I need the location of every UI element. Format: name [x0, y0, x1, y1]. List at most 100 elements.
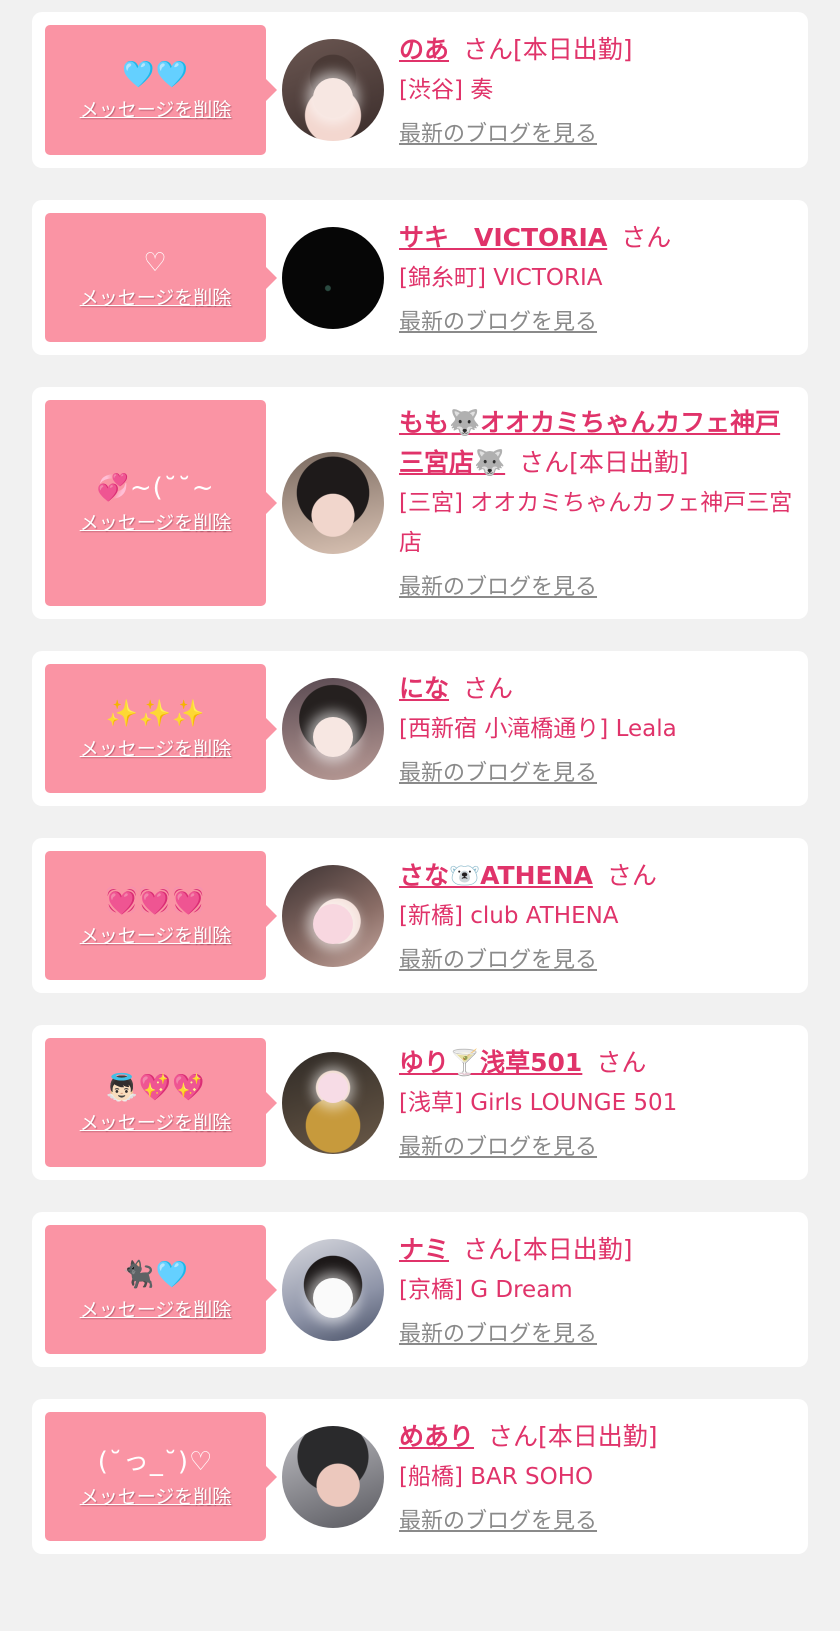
- name-line: サキ VICTORIA さん: [399, 218, 798, 258]
- shop-info: [渋谷] 奏: [399, 77, 494, 103]
- delete-message-link[interactable]: メッセージを削除: [80, 286, 232, 310]
- delete-message-link[interactable]: メッセージを削除: [80, 924, 232, 948]
- cast-suffix: さん: [621, 222, 672, 252]
- avatar[interactable]: [281, 1238, 384, 1341]
- avatar-face-mask: [317, 1072, 348, 1103]
- avatar-container: [266, 1412, 399, 1541]
- avatar[interactable]: [281, 452, 384, 554]
- cast-info: ナミ さん[本日出勤] [京橋] G Dream 最新のブログを見る: [399, 1225, 808, 1354]
- cast-name-link[interactable]: ナミ: [399, 1235, 449, 1264]
- name-line: にな さん: [399, 669, 798, 709]
- message-text: 👼🏻💖💖: [105, 1072, 206, 1103]
- latest-blog-link[interactable]: 最新のブログを見る: [399, 1507, 798, 1537]
- delete-message-link[interactable]: メッセージを削除: [80, 98, 232, 122]
- latest-blog-link[interactable]: 最新のブログを見る: [399, 946, 798, 976]
- avatar[interactable]: [281, 39, 384, 141]
- avatar-container: [266, 1038, 399, 1167]
- cast-suffix: さん[本日出勤]: [463, 1234, 633, 1264]
- message-text: 💓💓💓: [105, 885, 206, 916]
- shop-info: [新橋] club ATHENA: [399, 902, 619, 929]
- cast-suffix: さん[本日出勤]: [463, 35, 633, 64]
- message-card: 💞~(˘˘~ メッセージを削除 もも🐺オオカミちゃんカフェ神戸三宮店🐺 さん[本日…: [32, 387, 808, 619]
- name-line: もも🐺オオカミちゃんカフェ神戸三宮店🐺 さん[本日出勤]: [399, 403, 798, 483]
- latest-blog-link[interactable]: 最新のブログを見る: [399, 573, 798, 603]
- avatar-face-mask: [312, 716, 353, 757]
- cast-suffix: さん: [463, 673, 514, 703]
- shop-info: [三宮] オオカミちゃんカフェ神戸三宮店: [399, 490, 793, 556]
- message-bubble: (˘っ_˘)♡ メッセージを削除: [45, 1412, 277, 1541]
- message-bubble: ♡ メッセージを削除: [45, 213, 277, 342]
- avatar-container: [266, 664, 399, 793]
- shop-info: [船橋] BAR SOHO: [399, 1463, 594, 1490]
- avatar[interactable]: [281, 864, 384, 967]
- cast-name-link[interactable]: さな🐻‍❄️ATHENA: [399, 861, 593, 890]
- avatar[interactable]: [281, 1051, 384, 1154]
- message-text: ♡: [143, 247, 168, 278]
- cast-info: ゆり🍸浅草501 さん [浅草] Girls LOUNGE 501 最新のブログを…: [399, 1038, 808, 1167]
- shop-info: [京橋] G Dream: [399, 1276, 573, 1303]
- avatar-face-mask: [312, 78, 353, 118]
- message-list: 🩵🩵 メッセージを削除 のあ さん[本日出勤] [渋谷] 奏 最新のブログを見る …: [32, 12, 808, 1586]
- message-text: 🩵🩵: [122, 60, 189, 90]
- name-line: さな🐻‍❄️ATHENA さん: [399, 856, 798, 896]
- cast-suffix: さん: [606, 860, 657, 890]
- avatar[interactable]: [281, 677, 384, 780]
- name-line: のあ さん[本日出勤]: [399, 30, 798, 70]
- latest-blog-link[interactable]: 最新のブログを見る: [399, 1133, 798, 1163]
- message-bubble: 🩵🩵 メッセージを削除: [45, 25, 277, 155]
- cast-info: もも🐺オオカミちゃんカフェ神戸三宮店🐺 さん[本日出勤] [三宮] オオカミちゃん…: [399, 400, 808, 606]
- cast-name-link[interactable]: にな: [399, 674, 449, 703]
- message-bubble: 👼🏻💖💖 メッセージを削除: [45, 1038, 277, 1167]
- message-card: ♡ メッセージを削除 サキ VICTORIA さん [錦糸町] VICTORIA …: [32, 200, 808, 355]
- name-line: ゆり🍸浅草501 さん: [399, 1043, 798, 1083]
- latest-blog-link[interactable]: 最新のブログを見る: [399, 308, 798, 338]
- delete-message-link[interactable]: メッセージを削除: [80, 511, 232, 535]
- message-text: 🐈‍⬛🩵: [122, 1259, 189, 1290]
- avatar-face-mask: [312, 903, 353, 944]
- name-line: ナミ さん[本日出勤]: [399, 1230, 798, 1270]
- cast-info: さな🐻‍❄️ATHENA さん [新橋] club ATHENA 最新のブログを見…: [399, 851, 808, 980]
- message-card: 🩵🩵 メッセージを削除 のあ さん[本日出勤] [渋谷] 奏 最新のブログを見る: [32, 12, 808, 168]
- cast-suffix: さん[本日出勤]: [519, 448, 689, 477]
- cast-suffix: さん[本日出勤]: [488, 1421, 658, 1451]
- cast-info: にな さん [西新宿 小滝橋通り] Leala 最新のブログを見る: [399, 664, 808, 793]
- cast-name-link[interactable]: ゆり🍸浅草501: [399, 1048, 582, 1077]
- avatar-container: [266, 213, 399, 342]
- cast-name-link[interactable]: めあり: [399, 1422, 474, 1451]
- delete-message-link[interactable]: メッセージを削除: [80, 1298, 232, 1322]
- delete-message-link[interactable]: メッセージを削除: [80, 737, 232, 761]
- avatar-face-mask: [312, 1277, 353, 1318]
- name-line: めあり さん[本日出勤]: [399, 1417, 798, 1457]
- message-card: 👼🏻💖💖 メッセージを削除 ゆり🍸浅草501 さん [浅草] Girls LOUN…: [32, 1025, 808, 1180]
- cast-name-link[interactable]: サキ VICTORIA: [399, 223, 607, 252]
- cast-info: サキ VICTORIA さん [錦糸町] VICTORIA 最新のブログを見る: [399, 213, 808, 342]
- message-text: (˘っ_˘)♡: [97, 1446, 214, 1477]
- message-card: 🐈‍⬛🩵 メッセージを削除 ナミ さん[本日出勤] [京橋] G Dream 最新…: [32, 1212, 808, 1367]
- delete-message-link[interactable]: メッセージを削除: [80, 1111, 232, 1135]
- latest-blog-link[interactable]: 最新のブログを見る: [399, 759, 798, 789]
- message-bubble: 💓💓💓 メッセージを削除: [45, 851, 277, 980]
- shop-info: [錦糸町] VICTORIA: [399, 264, 603, 291]
- latest-blog-link[interactable]: 最新のブログを見る: [399, 120, 798, 150]
- cast-name-link[interactable]: のあ: [399, 35, 449, 64]
- avatar[interactable]: [281, 226, 384, 329]
- latest-blog-link[interactable]: 最新のブログを見る: [399, 1320, 798, 1350]
- message-card: ✨✨✨ メッセージを削除 にな さん [西新宿 小滝橋通り] Leala 最新のブ…: [32, 651, 808, 806]
- avatar-container: [266, 400, 399, 606]
- avatar[interactable]: [281, 1425, 384, 1528]
- message-bubble: 🐈‍⬛🩵 メッセージを削除: [45, 1225, 277, 1354]
- avatar-container: [266, 25, 399, 155]
- shop-info: [浅草] Girls LOUNGE 501: [399, 1089, 678, 1116]
- avatar-container: [266, 1225, 399, 1354]
- avatar-container: [266, 851, 399, 980]
- cast-suffix: さん: [596, 1047, 647, 1077]
- message-bubble: ✨✨✨ メッセージを削除: [45, 664, 277, 793]
- shop-info: [西新宿 小滝橋通り] Leala: [399, 715, 677, 742]
- message-bubble: 💞~(˘˘~ メッセージを削除: [45, 400, 277, 606]
- message-card: 💓💓💓 メッセージを削除 さな🐻‍❄️ATHENA さん [新橋] club AT…: [32, 838, 808, 993]
- message-card: (˘っ_˘)♡ メッセージを削除 めあり さん[本日出勤] [船橋] BAR SO…: [32, 1399, 808, 1554]
- delete-message-link[interactable]: メッセージを削除: [80, 1485, 232, 1509]
- message-text: ✨✨✨: [105, 698, 206, 729]
- message-text: 💞~(˘˘~: [96, 473, 215, 503]
- cast-info: めあり さん[本日出勤] [船橋] BAR SOHO 最新のブログを見る: [399, 1412, 808, 1541]
